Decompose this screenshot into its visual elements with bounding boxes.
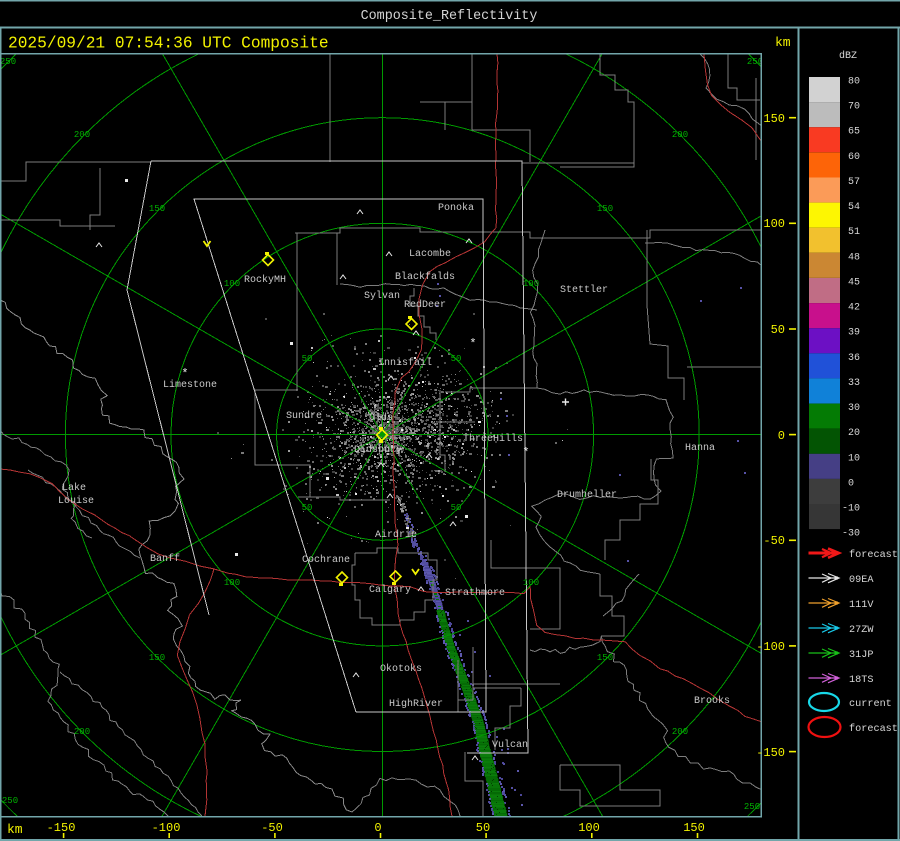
svg-text:-30: -30: [842, 529, 860, 540]
svg-text:Drumheller: Drumheller: [557, 489, 617, 501]
svg-text:Lake: Lake: [62, 482, 86, 494]
svg-text:20: 20: [848, 428, 860, 439]
svg-text:45: 45: [848, 278, 860, 289]
svg-text:Lacombe: Lacombe: [409, 248, 451, 260]
svg-text:0: 0: [778, 429, 785, 443]
svg-text:Strathmore: Strathmore: [445, 587, 505, 599]
svg-text:Vulcan: Vulcan: [492, 739, 528, 751]
svg-text:Brooks: Brooks: [694, 695, 730, 707]
svg-text:*: *: [181, 367, 188, 381]
svg-text:150: 150: [597, 204, 613, 214]
svg-text:50: 50: [771, 323, 785, 337]
svg-text:36: 36: [848, 353, 860, 364]
svg-text:RockyMH: RockyMH: [244, 274, 286, 286]
svg-text:Limestone: Limestone: [163, 379, 217, 391]
svg-text:200: 200: [672, 130, 688, 140]
svg-text:100: 100: [224, 279, 240, 289]
svg-text:200: 200: [74, 130, 90, 140]
svg-text:Banff: Banff: [150, 553, 180, 565]
svg-text:forecast: forecast: [849, 723, 898, 735]
svg-text:Louise: Louise: [58, 495, 94, 507]
svg-text:33: 33: [848, 378, 860, 389]
svg-text:50: 50: [451, 354, 462, 364]
svg-text:Sylvan: Sylvan: [364, 290, 400, 302]
svg-text:150: 150: [683, 821, 705, 835]
svg-text:150: 150: [597, 653, 613, 663]
svg-text:-150: -150: [756, 746, 785, 760]
svg-text:-150: -150: [47, 821, 76, 835]
svg-text:42: 42: [848, 303, 860, 314]
svg-text:100: 100: [763, 217, 785, 231]
svg-text:-10: -10: [842, 504, 860, 515]
svg-text:HighRiver: HighRiver: [389, 698, 443, 710]
svg-text:forecast: forecast: [849, 549, 898, 561]
svg-text:10: 10: [848, 453, 860, 464]
svg-text:48: 48: [848, 252, 860, 263]
svg-text:30: 30: [848, 403, 860, 414]
svg-text:Composite_Reflectivity: Composite_Reflectivity: [361, 9, 538, 24]
svg-text:31JP: 31JP: [849, 650, 873, 661]
svg-text:-50: -50: [261, 821, 283, 835]
svg-text:150: 150: [149, 653, 165, 663]
svg-text:50: 50: [451, 503, 462, 513]
svg-text:54: 54: [848, 202, 860, 213]
svg-text:km: km: [7, 822, 23, 837]
svg-text:39: 39: [848, 328, 860, 339]
svg-text:RedDeer: RedDeer: [404, 299, 446, 311]
svg-text:250: 250: [0, 57, 16, 67]
svg-text:Didsbury: Didsbury: [354, 444, 402, 456]
svg-text:Ponoka: Ponoka: [438, 202, 474, 214]
svg-text:Innisfail: Innisfail: [378, 357, 432, 369]
svg-text:km: km: [775, 35, 791, 50]
svg-text:18TS: 18TS: [849, 675, 873, 686]
svg-text:Hanna: Hanna: [685, 443, 715, 454]
svg-text:50: 50: [302, 503, 313, 513]
svg-text:65: 65: [848, 127, 860, 138]
svg-text:80: 80: [848, 77, 860, 88]
svg-text:50: 50: [302, 354, 313, 364]
svg-text:100: 100: [224, 578, 240, 588]
svg-text:09EA: 09EA: [849, 575, 874, 586]
svg-text:Sundre: Sundre: [286, 410, 322, 422]
svg-text:current: current: [849, 699, 892, 710]
svg-text:150: 150: [763, 112, 785, 126]
svg-text:dBZ: dBZ: [839, 50, 857, 62]
svg-text:100: 100: [523, 578, 539, 588]
svg-text:-100: -100: [756, 640, 785, 654]
svg-text:51: 51: [848, 227, 860, 238]
svg-text:Blackfalds: Blackfalds: [395, 271, 455, 283]
svg-text:*: *: [522, 446, 529, 460]
svg-text:60: 60: [848, 152, 860, 163]
svg-text:-50: -50: [763, 534, 785, 548]
svg-text:57: 57: [848, 177, 860, 188]
svg-text:Olds: Olds: [369, 412, 393, 424]
svg-text:70: 70: [848, 102, 860, 113]
svg-text:Cochrane: Cochrane: [302, 554, 350, 566]
svg-text:ThreeHills: ThreeHills: [463, 433, 523, 445]
svg-text:0: 0: [374, 821, 381, 835]
svg-text:250: 250: [2, 796, 18, 806]
svg-text:27ZW: 27ZW: [849, 625, 874, 636]
svg-text:Okotoks: Okotoks: [380, 663, 422, 675]
svg-text:0: 0: [848, 478, 854, 489]
svg-text:Calgary: Calgary: [369, 584, 411, 596]
svg-text:Stettler: Stettler: [560, 284, 608, 296]
svg-text:250: 250: [744, 802, 760, 812]
svg-text:50: 50: [476, 821, 490, 835]
svg-text:111V: 111V: [849, 600, 874, 611]
svg-text:100: 100: [578, 821, 600, 835]
svg-text:150: 150: [149, 204, 165, 214]
svg-text:-100: -100: [152, 821, 181, 835]
svg-text:2025/09/21 07:54:36 UTC Compos: 2025/09/21 07:54:36 UTC Composite: [8, 35, 329, 53]
svg-text:200: 200: [672, 727, 688, 737]
svg-text:100: 100: [523, 279, 539, 289]
svg-text:200: 200: [74, 727, 90, 737]
svg-text:Airdrie: Airdrie: [375, 529, 417, 541]
svg-text:*: *: [469, 337, 476, 351]
